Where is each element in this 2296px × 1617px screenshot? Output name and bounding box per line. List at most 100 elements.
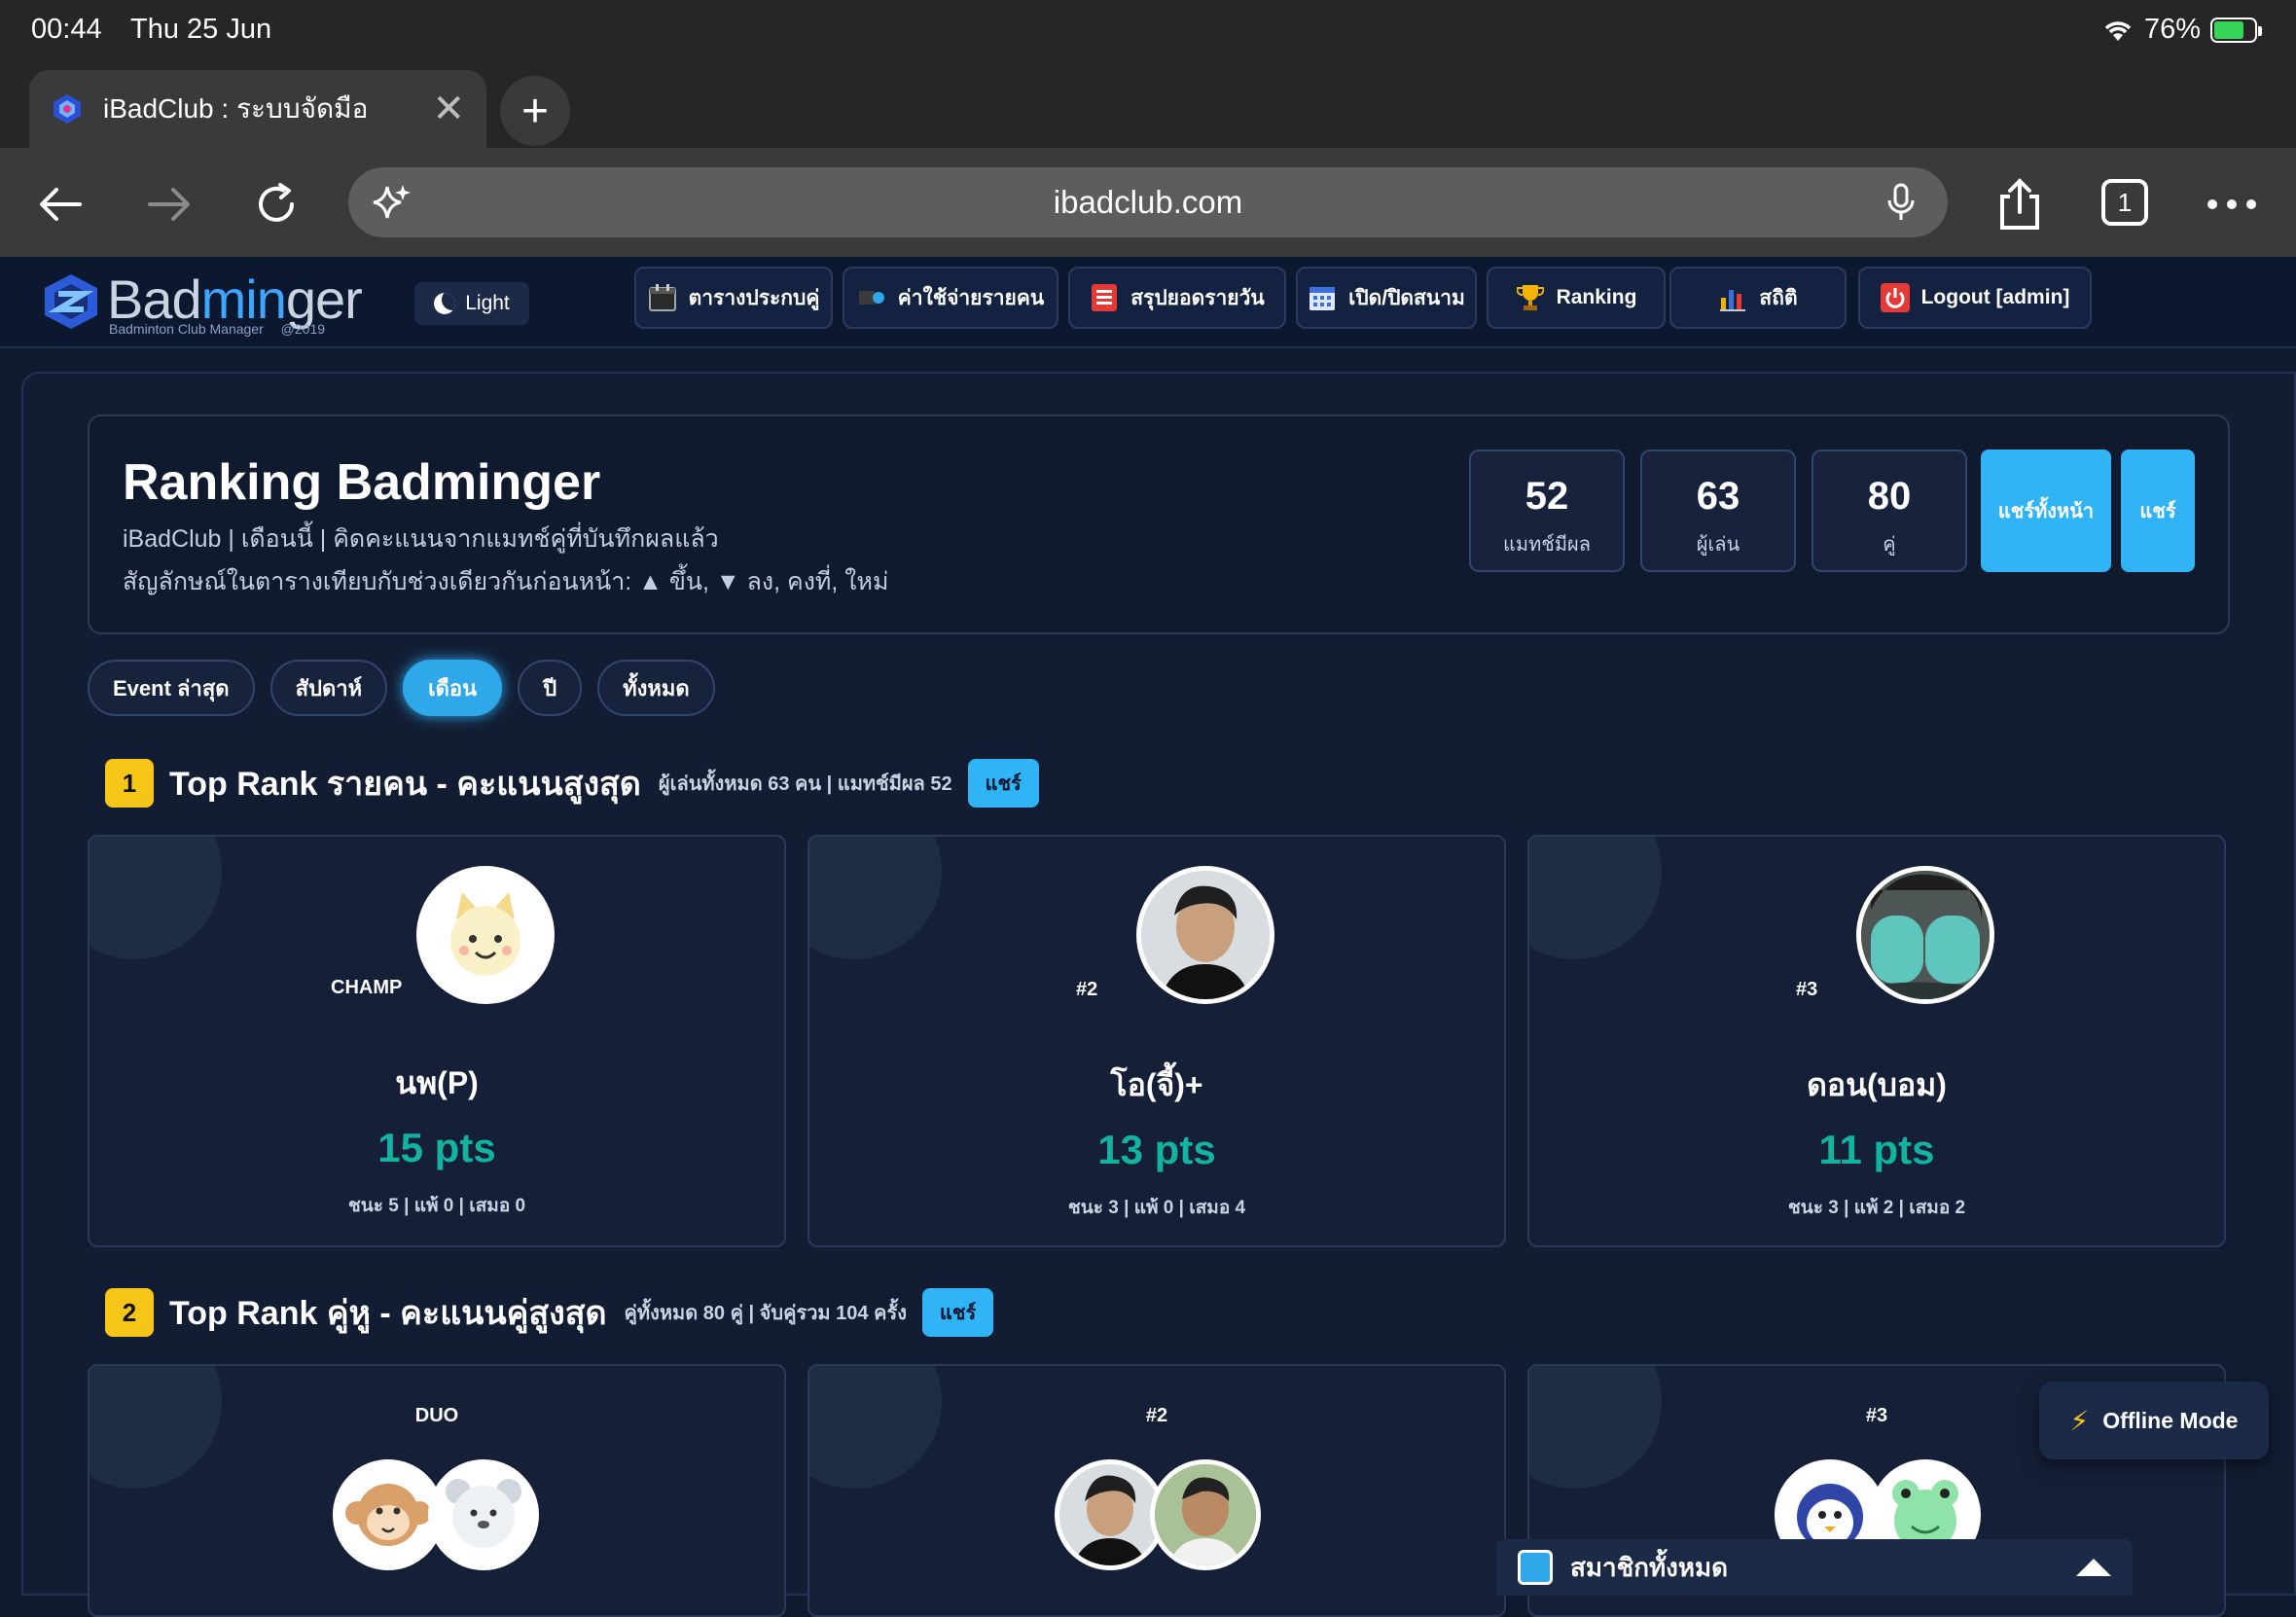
player-card-2[interactable]: #2 โอ(จี้)+ 13 pts ชนะ 3 | แพ้ 0 | เสมอ … <box>807 835 1506 1247</box>
lightning-icon: ⚡ <box>2069 1405 2090 1436</box>
theme-toggle-button[interactable]: Light <box>414 282 529 325</box>
masked-avatar-icon <box>1861 871 1990 999</box>
members-label: สมาชิกทั้งหมด <box>1570 1552 1728 1582</box>
logout-button[interactable]: Logout [admin] <box>1858 267 2092 329</box>
tab-count-button[interactable]: 1 <box>2101 179 2148 226</box>
brand-name: Badminger <box>107 269 363 330</box>
trophy-icon <box>1516 283 1545 312</box>
section-number: 2 <box>105 1288 154 1337</box>
nav-cost-per-person[interactable]: ค่าใช้จ่ายรายคน <box>843 267 1058 329</box>
calendar-icon <box>648 283 677 312</box>
microphone-icon[interactable] <box>1880 181 1922 224</box>
period-filter: Event ล่าสุด สัปดาห์ เดือน ปี ทั้งหมด <box>88 660 715 716</box>
status-time: 00:44 <box>31 14 102 45</box>
nav-label: เปิด/ปิดสนาม <box>1348 286 1465 309</box>
filter-year[interactable]: ปี <box>518 660 583 716</box>
brand-logo[interactable]: Badminger Badminton Club Manager @2019 <box>41 269 363 337</box>
power-icon <box>1880 283 1910 312</box>
filter-month[interactable]: เดือน <box>403 660 503 716</box>
player-card-1[interactable]: CHAMP นพ(P) 15 pts ชนะ 5 | แพ้ 0 | เสมอ … <box>88 835 786 1247</box>
person-avatar-icon <box>1141 871 1270 999</box>
section-meta: คู่ทั้งหมด 80 คู่ | จับคู่รวม 104 ครั้ง <box>624 1303 907 1324</box>
theme-label: Light <box>465 292 510 314</box>
filter-latest-event[interactable]: Event ล่าสุด <box>88 660 255 716</box>
browser-tab-strip: iBadClub : ระบบจัดมือ ✕ + <box>0 62 2296 148</box>
share-button[interactable]: แชร์ <box>2121 449 2195 572</box>
player-card-3[interactable]: #3 ดอน(บอม) 11 pts ชนะ 3 | แพ้ 2 | เสมอ … <box>1527 835 2226 1247</box>
nav-open-close-court[interactable]: เปิด/ปิดสนาม <box>1296 267 1477 329</box>
nav-label: สถิติ <box>1759 286 1798 309</box>
reload-icon[interactable] <box>247 175 305 234</box>
stat-label: ผู้เล่น <box>1696 534 1740 556</box>
player-name: นพ(P) <box>395 1065 479 1100</box>
pair-card-2[interactable]: #2 <box>807 1364 1506 1617</box>
back-icon[interactable] <box>31 175 90 234</box>
bar-chart-icon <box>1718 283 1747 312</box>
battery-percent: 76% <box>2143 14 2201 45</box>
nav-statistics[interactable]: สถิติ <box>1669 267 1847 329</box>
stat-value: 63 <box>1696 475 1740 518</box>
rank-label: #2 <box>1145 1405 1168 1426</box>
status-date: Thu 25 Jun <box>130 14 272 45</box>
player-name: ดอน(บอม) <box>1807 1067 1947 1102</box>
section-share-button[interactable]: แชร์ <box>967 759 1039 808</box>
legend-note: สัญลักษณ์ในตารางเทียบกับช่วงเดียวกันก่อน… <box>123 568 889 595</box>
filter-week[interactable]: สัปดาห์ <box>269 660 388 716</box>
rank-label: DUO <box>414 1405 459 1426</box>
rank-label: #2 <box>1076 979 1098 1000</box>
section-number: 1 <box>105 759 154 808</box>
person-avatar-icon <box>1155 1464 1256 1565</box>
wifi-icon <box>2104 20 2132 41</box>
player-points: 15 pts <box>377 1125 496 1170</box>
members-drawer-toggle[interactable]: สมาชิกทั้งหมด <box>1496 1539 2133 1596</box>
stat-value: 80 <box>1867 475 1912 518</box>
close-tab-icon[interactable]: ✕ <box>432 87 465 131</box>
ranking-header: Ranking Badminger iBadClub | เดือนนี้ | … <box>88 414 2230 634</box>
share-icon[interactable] <box>1991 175 2049 234</box>
status-right: 76% <box>2101 14 2262 46</box>
page-title: Ranking Badminger <box>123 454 601 511</box>
cat-avatar-icon <box>450 892 520 976</box>
browser-toolbar: ibadclub.com 1 <box>0 148 2296 257</box>
shuttlecock-icon <box>857 283 886 312</box>
stat-pairs: 80 คู่ <box>1812 449 1967 572</box>
section-top-players-header: 1 Top Rank รายคน - คะแนนสูงสุด ผู้เล่นทั… <box>105 757 1039 809</box>
rank-label: CHAMP <box>331 977 403 998</box>
list-icon <box>1090 283 1119 312</box>
browser-tab[interactable]: iBadClub : ระบบจัดมือ ✕ <box>29 70 486 148</box>
pair-card-1[interactable]: DUO <box>88 1364 786 1617</box>
section-title: Top Rank คู่หู - คะแนนคู่สูงสุด <box>169 1295 607 1332</box>
calendar-grid-icon <box>1308 283 1337 312</box>
nav-daily-summary[interactable]: สรุปยอดรายวัน <box>1068 267 1286 329</box>
nav-label: สรุปยอดรายวัน <box>1130 286 1265 309</box>
player-record: ชนะ 3 | แพ้ 2 | เสมอ 2 <box>1787 1198 1966 1218</box>
app-navbar: Badminger Badminton Club Manager @2019 L… <box>0 257 2296 348</box>
stat-value: 52 <box>1525 475 1569 518</box>
more-icon[interactable] <box>2203 175 2261 234</box>
avatar <box>1856 866 1994 1004</box>
avatar <box>416 866 555 1004</box>
new-tab-button[interactable]: + <box>500 76 570 146</box>
share-page-button[interactable]: แชร์ทั้งหน้า <box>1981 449 2111 572</box>
nav-ranking[interactable]: Ranking <box>1487 267 1666 329</box>
brand-tagline: Badminton Club Manager @2019 <box>109 321 326 337</box>
filter-all[interactable]: ทั้งหมด <box>597 660 715 716</box>
members-icon <box>1518 1550 1553 1585</box>
person-avatar-icon <box>1059 1464 1161 1565</box>
offline-mode-button[interactable]: ⚡ Offline Mode <box>2039 1382 2269 1459</box>
nav-label: ค่าใช้จ่ายรายคน <box>897 286 1045 309</box>
main-panel: Ranking Badminger iBadClub | เดือนนี้ | … <box>21 372 2296 1617</box>
avatar <box>1150 1459 1261 1570</box>
section-top-pairs-header: 2 Top Rank คู่หู - คะแนนคู่สูงสุด คู่ทั้… <box>105 1286 994 1339</box>
sparkle-icon[interactable] <box>370 181 413 224</box>
card-decoration <box>1529 837 1662 959</box>
section-share-button[interactable]: แชร์ <box>921 1288 994 1337</box>
player-name: โอ(จี้)+ <box>1110 1067 1203 1102</box>
avatar <box>428 1459 539 1570</box>
address-bar[interactable]: ibadclub.com <box>348 167 1948 237</box>
monkey-avatar-icon <box>345 1484 431 1546</box>
nav-match-table[interactable]: ตารางประกบคู่ <box>634 267 833 329</box>
forward-icon[interactable] <box>140 175 198 234</box>
stat-matches: 52 แมทช์มีผล <box>1469 449 1625 572</box>
chevron-up-icon[interactable] <box>2076 1559 2111 1576</box>
